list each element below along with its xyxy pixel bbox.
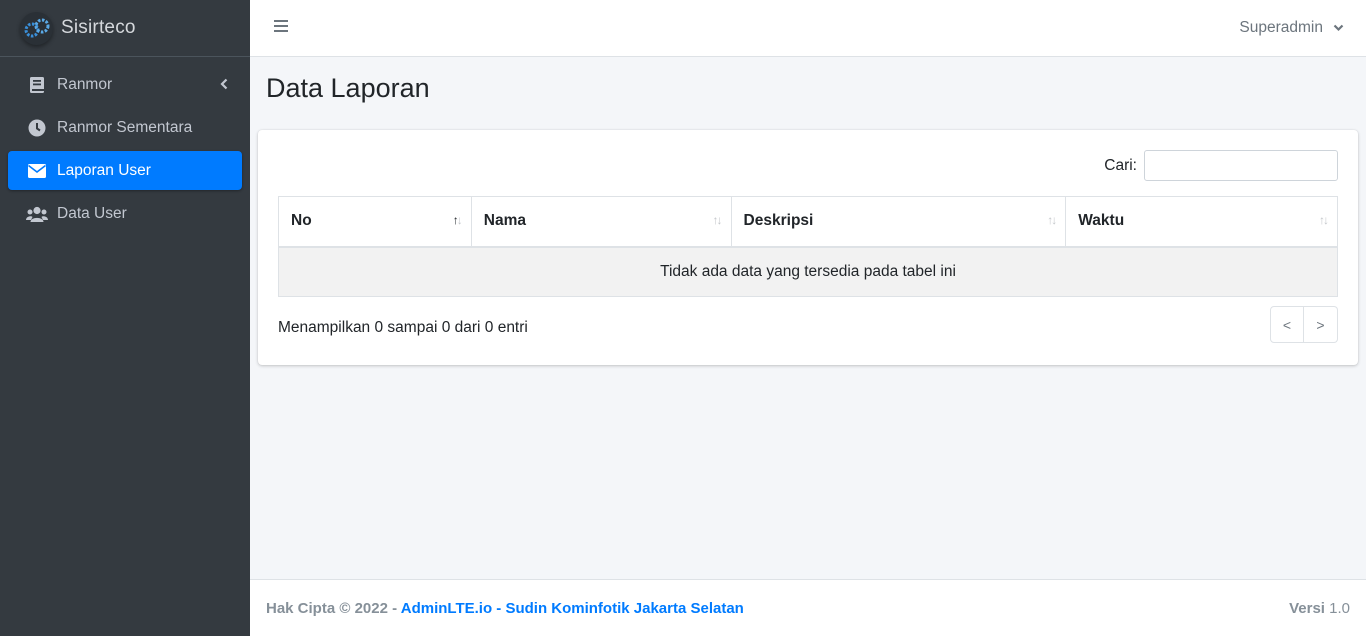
table-header-row: No ↑↓ Nama ↑↓ Deskripsi ↑↓ Waktu ↑↓ [278,196,1338,248]
user-dropdown[interactable]: Superadmin [1239,19,1344,37]
empty-table-message: Tidak ada data yang tersedia pada tabel … [278,246,1338,297]
footer-copyright: Hak Cipta © 2022 - AdminLTE.io - Sudin K… [266,600,744,617]
footer-version: Versi 1.0 [1289,600,1350,617]
chevron-down-icon [1333,24,1344,32]
search-label: Cari: [1104,156,1137,174]
copyright-text: Hak Cipta © 2022 - [266,600,398,617]
table-info: Menampilkan 0 sampai 0 dari 0 entri [278,319,528,336]
column-label: Deskripsi [743,212,814,230]
pagination: < > [1270,306,1338,343]
column-header-deskripsi[interactable]: Deskripsi ↑↓ [730,196,1067,248]
sidebar: Sisirteco Ranmor Ranmor Sementara Lapora… [0,0,250,636]
version-label: Versi [1289,600,1325,617]
chevron-left-icon [220,77,228,95]
column-header-no[interactable]: No ↑↓ [278,196,472,248]
footer-link[interactable]: AdminLTE.io - Sudin Kominfotik Jakarta S… [401,600,744,617]
next-page-button[interactable]: > [1304,306,1338,343]
sidebar-item-laporan-user[interactable]: Laporan User [8,151,242,190]
previous-page-button[interactable]: < [1270,306,1304,343]
table-search: Cari: [1104,150,1338,181]
sidebar-item-ranmor[interactable]: Ranmor [8,65,242,104]
sidebar-item-label: Data User [57,204,127,222]
envelope-icon [26,161,48,181]
sort-icon: ↑↓ [1319,213,1329,227]
brand-name: Sisirteco [61,17,136,38]
column-header-waktu[interactable]: Waktu ↑↓ [1065,196,1338,248]
book-icon [26,75,48,95]
sidebar-item-ranmor-sementara[interactable]: Ranmor Sementara [8,108,242,147]
column-label: Waktu [1078,212,1125,230]
page-title: Data Laporan [266,73,430,103]
content-wrapper: Data Laporan Cari: No ↑↓ Nama ↑↓ Deskrip… [250,57,1366,579]
sidebar-item-label: Laporan User [57,161,151,179]
column-header-nama[interactable]: Nama ↑↓ [470,196,732,248]
sort-icon: ↑↓ [1047,213,1057,227]
sidebar-item-label: Ranmor Sementara [57,118,193,136]
clock-icon [26,118,48,138]
data-card: Cari: No ↑↓ Nama ↑↓ Deskripsi ↑↓ Waktu ↑… [258,130,1358,365]
sidebar-item-label: Ranmor [57,75,113,93]
gears-logo-icon [20,11,53,45]
users-icon [26,204,48,224]
sidebar-nav: Ranmor Ranmor Sementara Laporan User Dat… [0,57,250,233]
version-value: 1.0 [1329,600,1350,617]
column-label: Nama [483,212,527,230]
sort-icon: ↑↓ [712,213,723,227]
user-name: Superadmin [1239,19,1323,36]
brand-link[interactable]: Sisirteco [0,0,250,57]
sort-asc-icon: ↑↓ [452,213,463,227]
search-input[interactable] [1144,150,1338,181]
data-table: No ↑↓ Nama ↑↓ Deskripsi ↑↓ Waktu ↑↓ Tida… [278,196,1338,297]
column-label: No [291,212,312,230]
sidebar-item-data-user[interactable]: Data User [8,194,242,233]
hamburger-icon[interactable] [274,20,288,34]
footer: Hak Cipta © 2022 - AdminLTE.io - Sudin K… [250,579,1366,636]
table-row: Tidak ada data yang tersedia pada tabel … [278,246,1338,297]
topbar: Superadmin [250,0,1366,57]
